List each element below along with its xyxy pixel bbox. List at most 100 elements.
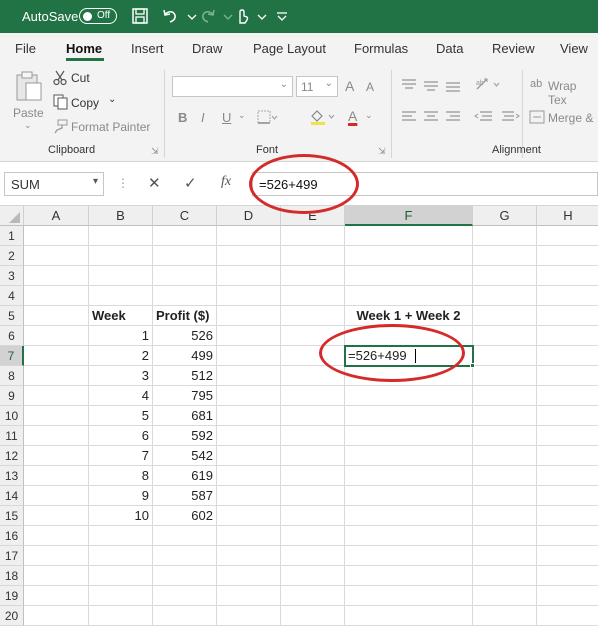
cell-h11[interactable] xyxy=(537,426,598,446)
cell-c16[interactable] xyxy=(153,526,217,546)
cell-h18[interactable] xyxy=(537,566,598,586)
cell-h2[interactable] xyxy=(537,246,598,266)
tab-data[interactable]: Data xyxy=(436,41,463,56)
cell-g20[interactable] xyxy=(473,606,537,626)
cell-b1[interactable] xyxy=(89,226,153,246)
cell-h12[interactable] xyxy=(537,446,598,466)
cell-a4[interactable] xyxy=(24,286,89,306)
redo-icon[interactable] xyxy=(198,6,218,26)
font-color-button[interactable]: A xyxy=(348,108,357,124)
cell-a16[interactable] xyxy=(24,526,89,546)
tab-view[interactable]: View xyxy=(560,41,588,56)
cell-f1[interactable] xyxy=(345,226,473,246)
tab-file[interactable]: File xyxy=(15,41,36,56)
cell-b4[interactable] xyxy=(89,286,153,306)
row-header-13[interactable]: 13 xyxy=(0,466,24,486)
copy-icon[interactable] xyxy=(53,94,68,110)
cell-c3[interactable] xyxy=(153,266,217,286)
cell-a11[interactable] xyxy=(24,426,89,446)
name-box[interactable]: SUM ▾ xyxy=(4,172,104,196)
cell-d1[interactable] xyxy=(217,226,281,246)
horizontal-align-icons[interactable] xyxy=(400,110,466,124)
tab-insert[interactable]: Insert xyxy=(131,41,164,56)
row-header-8[interactable]: 8 xyxy=(0,366,24,386)
cell-e4[interactable] xyxy=(281,286,345,306)
cell-f5[interactable]: Week 1 + Week 2 xyxy=(345,306,473,326)
touch-mode-icon[interactable] xyxy=(232,6,252,26)
cell-g7[interactable] xyxy=(473,346,537,366)
cell-e3[interactable] xyxy=(281,266,345,286)
cell-e20[interactable] xyxy=(281,606,345,626)
cell-a17[interactable] xyxy=(24,546,89,566)
cell-b15[interactable]: 10 xyxy=(89,506,153,526)
cell-a14[interactable] xyxy=(24,486,89,506)
paste-dropdown-icon[interactable]: ⌄ xyxy=(24,120,32,131)
cell-f8[interactable] xyxy=(345,366,473,386)
cell-b2[interactable] xyxy=(89,246,153,266)
cell-f17[interactable] xyxy=(345,546,473,566)
cell-d13[interactable] xyxy=(217,466,281,486)
cell-f19[interactable] xyxy=(345,586,473,606)
cell-b17[interactable] xyxy=(89,546,153,566)
cell-b3[interactable] xyxy=(89,266,153,286)
cell-g12[interactable] xyxy=(473,446,537,466)
cell-g18[interactable] xyxy=(473,566,537,586)
cell-e18[interactable] xyxy=(281,566,345,586)
cell-f2[interactable] xyxy=(345,246,473,266)
cell-d4[interactable] xyxy=(217,286,281,306)
cut-icon[interactable] xyxy=(53,70,67,86)
cell-e7[interactable] xyxy=(281,346,345,366)
cell-e1[interactable] xyxy=(281,226,345,246)
insert-function-button[interactable]: fx xyxy=(221,174,231,190)
cell-h14[interactable] xyxy=(537,486,598,506)
cell-g17[interactable] xyxy=(473,546,537,566)
cell-c17[interactable] xyxy=(153,546,217,566)
cell-a15[interactable] xyxy=(24,506,89,526)
select-all-corner[interactable] xyxy=(0,206,24,226)
cell-b13[interactable]: 8 xyxy=(89,466,153,486)
cell-a10[interactable] xyxy=(24,406,89,426)
cell-d11[interactable] xyxy=(217,426,281,446)
shrink-font-button[interactable]: A xyxy=(366,80,374,94)
row-header-6[interactable]: 6 xyxy=(0,326,24,346)
underline-button[interactable]: U xyxy=(222,110,231,125)
cell-c13[interactable]: 619 xyxy=(153,466,217,486)
cell-e16[interactable] xyxy=(281,526,345,546)
cell-h9[interactable] xyxy=(537,386,598,406)
cell-h13[interactable] xyxy=(537,466,598,486)
cell-d3[interactable] xyxy=(217,266,281,286)
cell-c11[interactable]: 592 xyxy=(153,426,217,446)
font-size-combobox[interactable]: 11 ⌄ xyxy=(296,76,338,97)
cell-d15[interactable] xyxy=(217,506,281,526)
formula-input[interactable]: =526+499 xyxy=(252,172,598,196)
cell-g4[interactable] xyxy=(473,286,537,306)
cell-a13[interactable] xyxy=(24,466,89,486)
cell-a18[interactable] xyxy=(24,566,89,586)
cell-f6[interactable] xyxy=(345,326,473,346)
cell-h7[interactable] xyxy=(537,346,598,366)
cell-e15[interactable] xyxy=(281,506,345,526)
cell-b7[interactable]: 2 xyxy=(89,346,153,366)
wrap-text-label[interactable]: Wrap Tex xyxy=(548,79,598,107)
cell-d5[interactable] xyxy=(217,306,281,326)
cell-c14[interactable]: 587 xyxy=(153,486,217,506)
cell-f14[interactable] xyxy=(345,486,473,506)
cell-c1[interactable] xyxy=(153,226,217,246)
cell-c19[interactable] xyxy=(153,586,217,606)
cell-a20[interactable] xyxy=(24,606,89,626)
format-painter-label[interactable]: Format Painter xyxy=(71,120,150,134)
orientation-icon[interactable]: ab xyxy=(474,76,504,92)
column-header-f[interactable]: F xyxy=(345,206,473,226)
cell-e6[interactable] xyxy=(281,326,345,346)
cell-g15[interactable] xyxy=(473,506,537,526)
cell-g9[interactable] xyxy=(473,386,537,406)
cell-b20[interactable] xyxy=(89,606,153,626)
cell-b8[interactable]: 3 xyxy=(89,366,153,386)
cell-d9[interactable] xyxy=(217,386,281,406)
cell-c15[interactable]: 602 xyxy=(153,506,217,526)
cell-d20[interactable] xyxy=(217,606,281,626)
vertical-align-icons[interactable] xyxy=(400,78,466,92)
cell-f18[interactable] xyxy=(345,566,473,586)
merge-icon[interactable] xyxy=(529,110,545,124)
cell-d7[interactable] xyxy=(217,346,281,366)
